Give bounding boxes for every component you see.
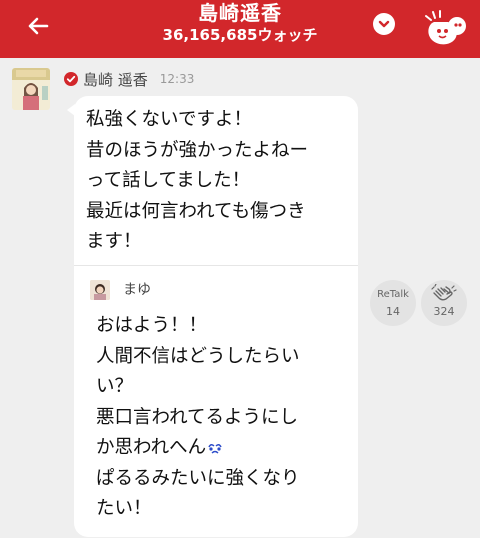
- quote-text-part-2: ぱるるみたいに強くなり たい！: [96, 467, 300, 520]
- message-bubble[interactable]: 私強くないですよ！ 昔のほうが強かったよねー って話してました！ 最近は何言われ…: [74, 96, 358, 537]
- quote-text-part-1: おはよう！！ 人間不信はどうしたらい い？ 悪口言われてるようにし か思われへん: [96, 315, 300, 458]
- clap-count: 324: [433, 305, 455, 318]
- clap-button[interactable]: 324: [421, 280, 467, 326]
- verified-badge-icon: [64, 72, 78, 86]
- quote-avatar: [90, 280, 110, 300]
- message-text: 私強くないですよ！ 昔のほうが強かったよねー って話してました！ 最近は何言われ…: [86, 109, 309, 252]
- crying-face-emoji: [208, 443, 222, 454]
- retalk-label: ReTalk: [377, 289, 409, 300]
- header-bar: 島崎遥香 36,165,685ウォッチ: [0, 0, 480, 58]
- message-timestamp: 12:33: [159, 72, 195, 86]
- quote-divider: [74, 265, 358, 266]
- sender-name[interactable]: 島崎 遥香: [83, 69, 148, 90]
- watch-count: 36,165,685ウォッチ: [162, 26, 318, 44]
- chevron-down-icon: [378, 20, 390, 28]
- mascot-icon: [425, 10, 466, 45]
- quote-sender-name: まゆ: [123, 282, 151, 298]
- dropdown-button[interactable]: [373, 13, 395, 35]
- channel-title: 島崎遥香: [198, 1, 282, 25]
- retalk-count: 14: [386, 305, 400, 318]
- quote-text: おはよう！！ 人間不信はどうしたらい い？ 悪口言われてるようにし か思われへん…: [96, 311, 354, 525]
- retalk-button[interactable]: ReTalk 14: [370, 280, 416, 326]
- sender-avatar[interactable]: [12, 68, 50, 110]
- mascot-button[interactable]: [420, 6, 468, 48]
- message-header: 島崎 遥香 12:33: [64, 69, 194, 89]
- clap-icon: [431, 284, 457, 301]
